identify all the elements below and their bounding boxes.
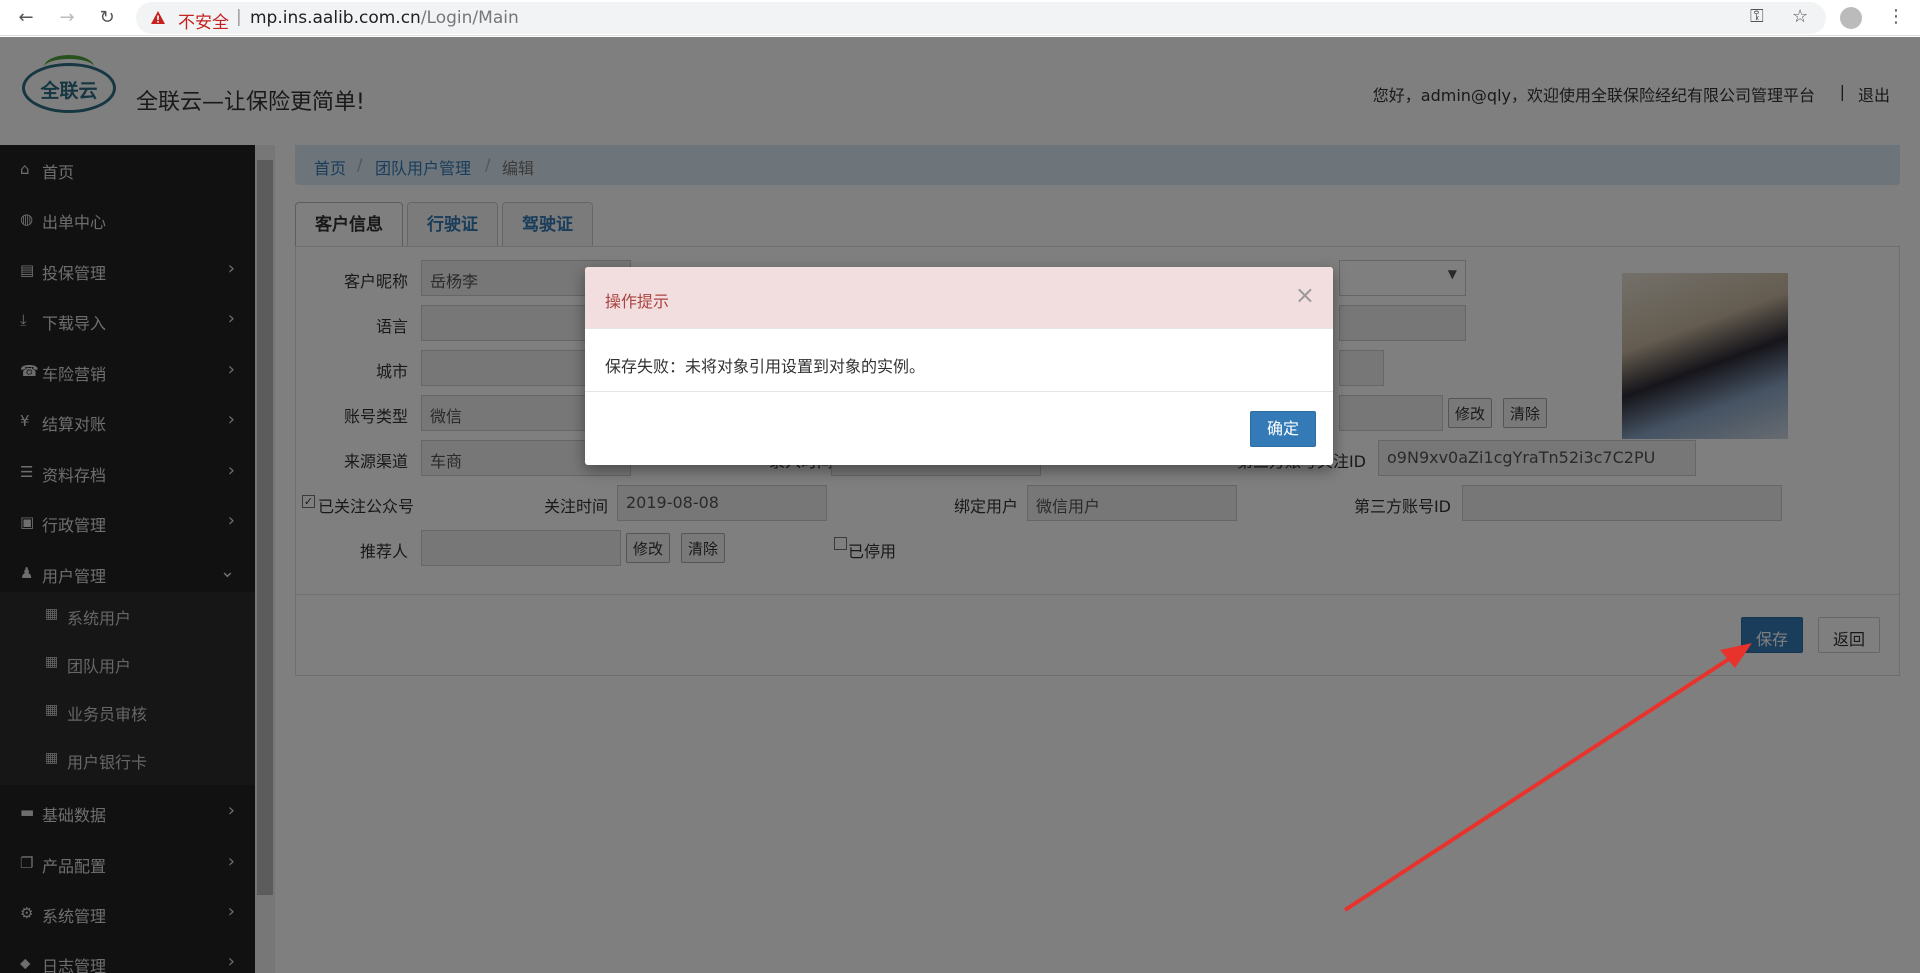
menu-dots-icon[interactable]: ⋮ (1887, 6, 1905, 27)
close-icon[interactable]: × (1295, 283, 1315, 307)
reload-icon[interactable]: ↻ (93, 4, 121, 32)
back-arrow-icon[interactable]: ← (12, 4, 40, 32)
insecure-label: 不安全 (178, 13, 229, 33)
warning-icon (151, 11, 165, 24)
dialog-message: 保存失败：未将对象引用设置到对象的实例。 (605, 357, 926, 376)
profile-avatar-icon[interactable] (1840, 7, 1862, 29)
dialog-header: 操作提示 × (585, 267, 1333, 329)
star-icon[interactable]: ☆ (1792, 6, 1808, 27)
key-icon[interactable]: ⚿ (1750, 6, 1764, 27)
address-bar[interactable]: 不安全 | mp.ins.aalib.com.cn/Login/Main (136, 2, 1826, 34)
url-separator: | (236, 7, 242, 27)
browser-toolbar: ← → ↻ 不安全 | mp.ins.aalib.com.cn/Login/Ma… (0, 0, 1920, 36)
modal-backdrop[interactable] (0, 37, 1920, 973)
alert-dialog: 操作提示 × 保存失败：未将对象引用设置到对象的实例。 确定 (585, 267, 1333, 465)
dialog-divider (585, 391, 1333, 392)
forward-arrow-icon[interactable]: → (53, 4, 81, 32)
url-host: mp.ins.aalib.com.cn (250, 8, 421, 28)
confirm-button[interactable]: 确定 (1250, 411, 1316, 447)
url-path: /Login/Main (420, 8, 519, 28)
url-text: mp.ins.aalib.com.cn/Login/Main (250, 8, 519, 28)
dialog-title: 操作提示 (605, 292, 670, 311)
